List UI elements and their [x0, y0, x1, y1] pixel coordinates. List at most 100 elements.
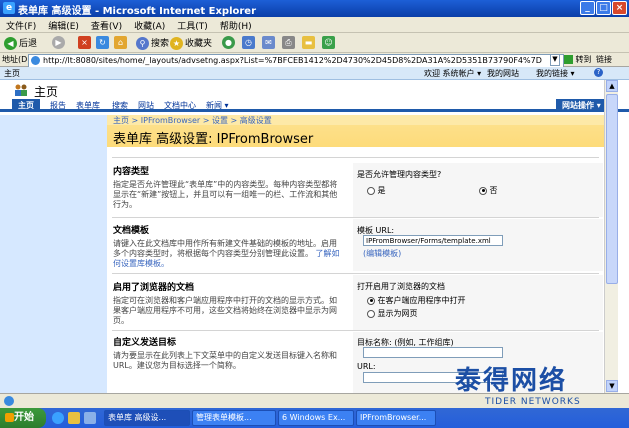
content-types-desc: 指定是否允许管理此“表单库”中的内容类型。每种内容类型都将显示在“新建”按钮上，…: [113, 180, 338, 209]
address-bar: 地址(D) http://lt:8080/sites/home/_layouts…: [0, 53, 629, 68]
forward-button[interactable]: ▶: [52, 36, 67, 49]
site-title: 主页: [34, 85, 59, 99]
back-button[interactable]: ◀ 后退: [4, 36, 37, 50]
favorites-button[interactable]: ★ 收藏夹: [170, 36, 212, 50]
window-title-bar: e 表单库 高级设置 - Microsoft Internet Explorer…: [0, 0, 629, 17]
no-radio[interactable]: [479, 186, 487, 195]
yes-label: 是: [377, 186, 386, 195]
tider-networks-watermark: 泰得网络 TIDER NETWORKS: [455, 360, 629, 420]
open-client-label: 在客户端应用程序中打开: [377, 296, 466, 305]
history-button[interactable]: ◷: [242, 36, 257, 49]
content-types-yes-option[interactable]: 是: [367, 185, 386, 196]
home-icon: ⌂: [114, 36, 127, 49]
section-divider: [112, 330, 599, 331]
content-types-no-option[interactable]: 否: [479, 185, 498, 196]
template-url-input[interactable]: IPFromBrowser/Forms/template.xml: [363, 235, 503, 246]
document-template-section: 文档模板 请键入在此文档库中用作所有新建文件基础的模板的地址。启用多个内容类型时…: [113, 223, 343, 269]
tab-home[interactable]: 主页: [12, 99, 40, 112]
document-template-desc-text: 请键入在此文档库中用作所有新建文件基础的模板的地址。启用多个内容类型时，将根据每…: [113, 239, 337, 258]
top-home-link[interactable]: 主页: [4, 68, 20, 79]
settings-content: 内容类型 指定是否允许管理此“表单库”中的内容类型。每种内容类型都将显示在“新建…: [107, 147, 604, 393]
media-button[interactable]: ●: [222, 36, 237, 49]
go-label: 转到: [575, 55, 592, 64]
address-input[interactable]: http://lt:8080/sites/home/_layouts/advse…: [28, 54, 564, 68]
tab-reports[interactable]: 报告: [50, 100, 66, 111]
page-title-area: 表单库 高级设置: IPFromBrowser: [107, 125, 604, 147]
folder-button[interactable]: ▬: [302, 36, 317, 49]
site-title-area: 主页: [0, 80, 629, 99]
print-button[interactable]: ⎙: [282, 36, 297, 49]
minimize-icon[interactable]: _: [580, 1, 595, 15]
menu-favorites[interactable]: 收藏(A): [128, 17, 171, 32]
content-types-title: 内容类型: [113, 167, 150, 177]
refresh-icon: ↻: [96, 36, 109, 49]
stop-button[interactable]: ×: [78, 36, 93, 49]
menu-file[interactable]: 文件(F): [0, 17, 42, 32]
tab-sites[interactable]: 网站: [138, 100, 154, 111]
taskbar-item-form-library[interactable]: 表单库 高级设...: [104, 410, 190, 426]
menu-bar: 文件(F) 编辑(E) 查看(V) 收藏(A) 工具(T) 帮助(H): [0, 17, 629, 33]
section-divider: [112, 273, 599, 274]
maximize-icon[interactable]: □: [596, 1, 611, 15]
close-icon[interactable]: ×: [612, 1, 627, 15]
destination-name-input[interactable]: [363, 347, 503, 358]
my-links-menu[interactable]: 我的链接 ▾: [536, 68, 575, 79]
media-icon: ●: [222, 36, 235, 49]
section-divider: [112, 217, 599, 218]
go-arrow-icon: [564, 55, 573, 64]
menu-help[interactable]: 帮助(H): [214, 17, 258, 32]
mail-icon: ✉: [262, 36, 275, 49]
site-people-icon: [14, 84, 28, 96]
taskbar-item-windows-explorer[interactable]: 6 Windows Ex...: [278, 410, 354, 426]
quicklaunch-ie-icon[interactable]: [52, 412, 64, 424]
page-title: 表单库 高级设置: IPFromBrowser: [113, 132, 314, 147]
browser-documents-desc: 指定可在浏览器和客户端应用程序中打开的文档的显示方式。如果客户端应用程序不可用，…: [113, 296, 337, 325]
menu-tools[interactable]: 工具(T): [171, 17, 214, 32]
watermark-en: TIDER NETWORKS: [485, 397, 581, 407]
vertical-scrollbar[interactable]: ▲ ▼: [604, 80, 618, 393]
display-web-label: 显示为网页: [377, 309, 418, 318]
display-as-web-option[interactable]: 显示为网页: [367, 308, 418, 319]
scroll-up-icon[interactable]: ▲: [606, 80, 618, 92]
scroll-thumb[interactable]: [606, 94, 618, 284]
task-label: IPFromBrowser...: [360, 413, 427, 422]
display-web-radio[interactable]: [367, 309, 375, 318]
my-site-link[interactable]: 我的网站: [487, 68, 519, 79]
home-button[interactable]: ⌂: [114, 36, 129, 49]
send-to-title: 自定义发送目标: [113, 338, 177, 348]
document-template-desc: 请键入在此文档库中用作所有新建文件基础的模板的地址。启用多个内容类型时，将根据每…: [113, 239, 343, 269]
help-icon[interactable]: ?: [594, 68, 603, 77]
open-in-client-option[interactable]: 在客户端应用程序中打开: [367, 295, 466, 306]
welcome-menu[interactable]: 欢迎 系统帐户 ▾: [424, 68, 481, 79]
refresh-button[interactable]: ↻: [96, 36, 111, 49]
site-actions-button[interactable]: 网站操作 ▾: [556, 99, 607, 112]
tab-form-library[interactable]: 表单库: [76, 100, 100, 111]
edit-template-link[interactable]: (编辑模板): [363, 248, 401, 259]
search-button[interactable]: ⚲ 搜索: [136, 36, 169, 50]
mail-button[interactable]: ✉: [262, 36, 277, 49]
yes-radio[interactable]: [367, 186, 375, 195]
tab-document-center[interactable]: 文档中心: [164, 100, 196, 111]
tab-search[interactable]: 搜索: [112, 100, 128, 111]
task-label: 管理表单模板...: [196, 413, 252, 422]
links-button[interactable]: 链接: [596, 54, 612, 65]
content-types-section: 内容类型 指定是否允许管理此“表单库”中的内容类型。每种内容类型都将显示在“新建…: [113, 164, 343, 210]
windows-logo-icon: [5, 413, 14, 422]
no-label: 否: [489, 186, 498, 195]
tab-news[interactable]: 新闻 ▾: [206, 100, 229, 111]
open-client-radio[interactable]: [367, 296, 375, 305]
send-to-section: 自定义发送目标 请为要显示在此列表上下文菜单中的自定义发送目标键入名称和 URL…: [113, 335, 343, 371]
quicklaunch-desktop-icon[interactable]: [84, 412, 96, 424]
quicklaunch-explorer-icon[interactable]: [68, 412, 80, 424]
taskbar-item-manage-templates[interactable]: 管理表单模板...: [192, 410, 276, 426]
menu-edit[interactable]: 编辑(E): [42, 17, 85, 32]
address-dropdown-icon[interactable]: ▼: [550, 54, 560, 66]
browser-toolbar: ◀ 后退 ▶ × ↻ ⌂ ⚲ 搜索 ★ 收藏夹 ● ◷ ✉ ⎙ ▬ ☺: [0, 33, 629, 53]
taskbar-item-ipfrombrowser[interactable]: IPFromBrowser...: [356, 410, 436, 426]
messenger-button[interactable]: ☺: [322, 36, 337, 49]
search-label: 搜索: [151, 39, 170, 49]
go-button[interactable]: 转到: [564, 54, 592, 65]
menu-view[interactable]: 查看(V): [85, 17, 128, 32]
section-divider: [112, 157, 599, 158]
ie-icon: e: [3, 2, 15, 14]
